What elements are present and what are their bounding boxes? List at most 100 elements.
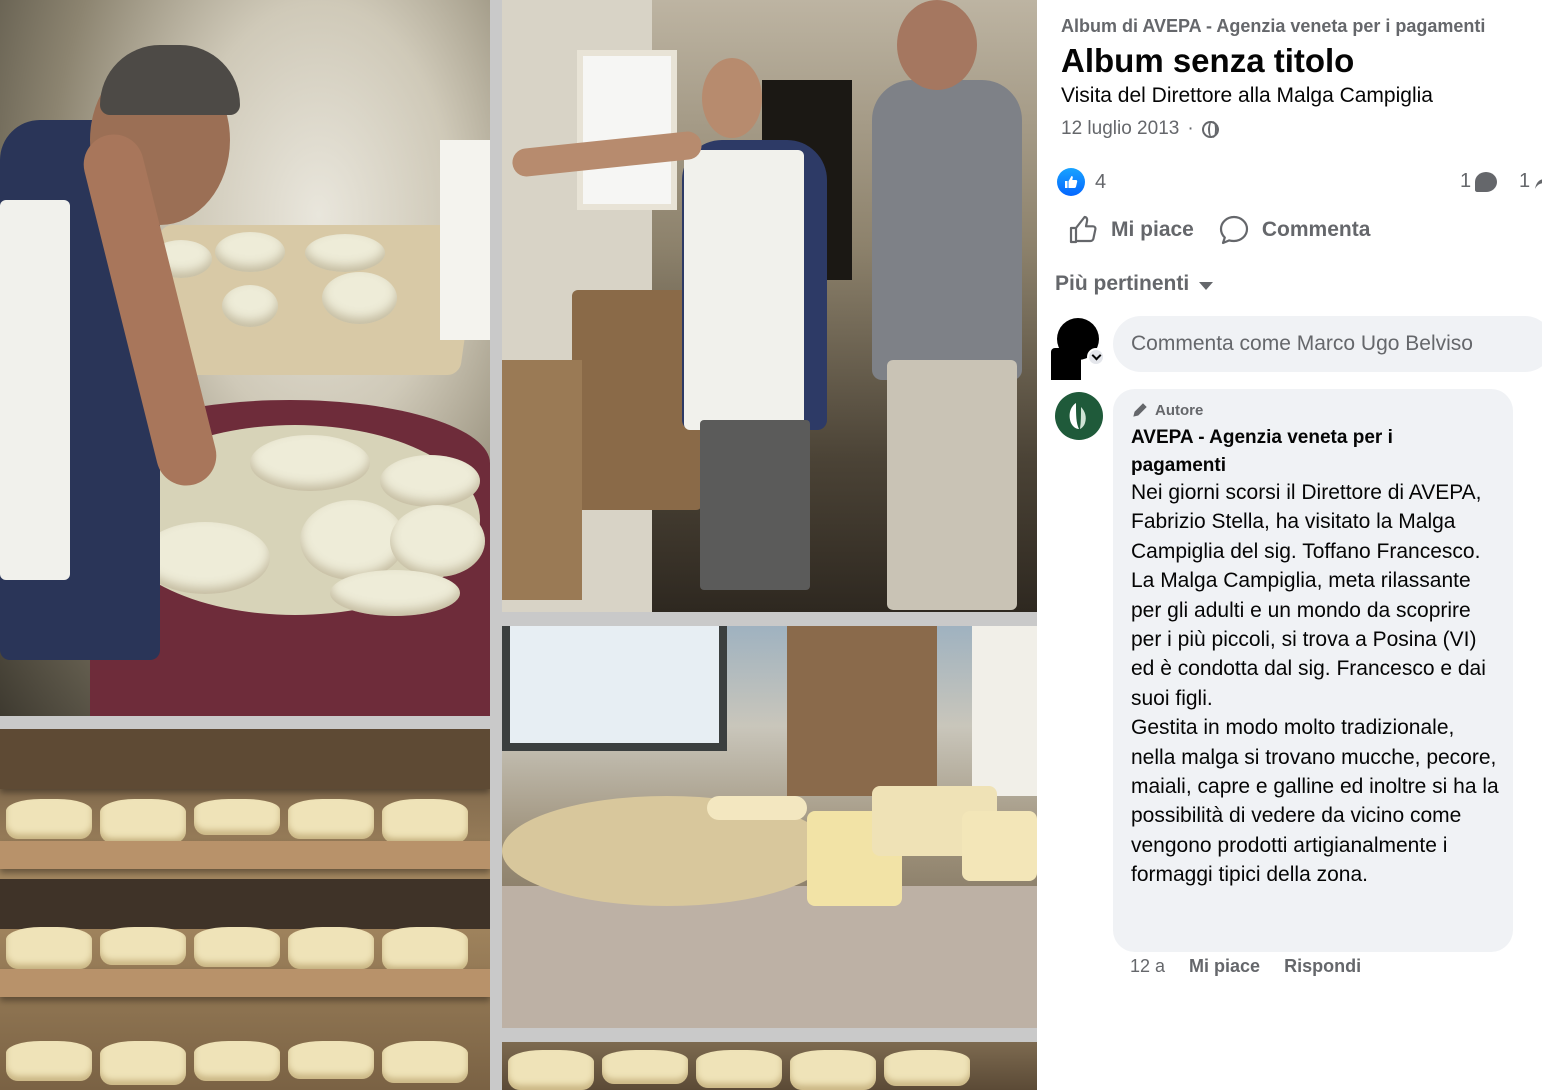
author-badge: Autore: [1131, 401, 1495, 419]
cheese-wheel: [222, 285, 278, 327]
like-button-label: Mi piace: [1111, 218, 1194, 241]
author-badge-label: Autore: [1155, 401, 1204, 419]
cheese-wheel: [6, 927, 92, 969]
cheese-row: [502, 1050, 1037, 1090]
like-button[interactable]: Mi piace: [1067, 214, 1194, 246]
photo-cheese-brining[interactable]: [0, 0, 490, 716]
man-in-grey-trousers: [887, 360, 1017, 610]
reaction-count: 4: [1095, 170, 1107, 193]
comment-timestamp[interactable]: 12 a: [1130, 956, 1165, 977]
album-date-row: 12 luglio 2013 ·: [1061, 118, 1219, 140]
cheese-wheel: [194, 1041, 280, 1081]
cheese-wheel: [382, 799, 468, 843]
share-count-value: 1: [1519, 170, 1531, 192]
post-actions: Mi piace Commenta: [1067, 214, 1370, 246]
chevron-down-icon[interactable]: [1087, 348, 1105, 366]
comment-outline-icon: [1219, 215, 1248, 245]
cheese-wheel: [288, 799, 374, 839]
cheese-wheel: [382, 1041, 468, 1083]
cheese-row: [0, 799, 490, 843]
comment-bubble-icon: [1475, 171, 1498, 192]
globe-icon[interactable]: [1201, 120, 1219, 138]
cheese-wheel: [6, 799, 92, 839]
shelf: [0, 841, 490, 869]
thumbs-up-icon: [1065, 176, 1078, 188]
cheese-wheel: [602, 1050, 688, 1084]
like-reaction-icon: [1057, 168, 1085, 196]
cheese-wheel: [390, 505, 485, 577]
cheese-wheel: [100, 1041, 186, 1085]
thumbs-up-outline-icon: [1069, 215, 1097, 244]
cheese-wheel: [696, 1050, 782, 1088]
comment-sort-label: Più pertinenti: [1055, 272, 1190, 295]
man-in-apron-trousers: [700, 420, 810, 590]
photo-collage[interactable]: [0, 0, 1037, 1090]
comment-reply-link[interactable]: Rispondi: [1284, 956, 1361, 977]
album-description: Visita del Direttore alla Malga Campigli…: [1061, 84, 1433, 107]
comment-like-link[interactable]: Mi piace: [1189, 956, 1260, 977]
cheesemaker-apron: [0, 200, 70, 580]
firewood-pile-left: [502, 360, 582, 600]
comment-count[interactable]: 1: [1460, 170, 1498, 193]
man-in-apron-head: [702, 58, 762, 138]
comment-button-label: Commenta: [1261, 218, 1371, 241]
avepa-logo-icon: [1069, 403, 1086, 429]
photo-cheese-shelves[interactable]: [0, 729, 490, 1090]
cheese-wheel: [884, 1050, 970, 1086]
cheese-wheel: [508, 1050, 594, 1090]
cheese-wheel: [380, 455, 480, 507]
comment-author-name[interactable]: AVEPA - Agenzia veneta per i pagamenti: [1131, 424, 1431, 480]
window: [502, 626, 727, 751]
wooden-door: [787, 626, 937, 796]
comment-count-value: 1: [1460, 170, 1472, 192]
cheese-piece: [707, 796, 807, 820]
album-title: Album senza titolo: [1061, 42, 1355, 79]
window: [577, 50, 677, 210]
cheese-wheel: [100, 927, 186, 965]
cheese-wheel: [194, 927, 280, 967]
comment-meta: 12 a Mi piace Rispondi: [1130, 956, 1361, 977]
caret-down-icon: [1199, 281, 1214, 290]
cheese-wheel: [790, 1050, 876, 1090]
cheese-row: [0, 1041, 490, 1085]
cheese-row: [0, 927, 490, 971]
window-light: [440, 140, 490, 340]
reactions-summary[interactable]: 4: [1057, 168, 1106, 196]
share-arrow-icon: [1535, 178, 1542, 189]
man-in-grey-head: [897, 0, 977, 90]
cheese-wheel: [322, 272, 397, 324]
current-user-avatar[interactable]: [1051, 318, 1105, 380]
cheesemaker-hair: [100, 45, 240, 115]
cheese-wheel: [250, 435, 370, 491]
shelf: [0, 969, 490, 997]
album-date[interactable]: 12 luglio 2013: [1061, 118, 1179, 140]
shelf-top: [0, 729, 490, 789]
photo-cheese-table[interactable]: [502, 626, 1037, 1028]
cheese-wheel: [288, 927, 374, 969]
cheese-wheel: [288, 1041, 374, 1079]
album-details-panel: Album di AVEPA - Agenzia veneta per i pa…: [1037, 0, 1542, 1090]
man-in-grey-shirt: [872, 80, 1022, 380]
share-count[interactable]: 1: [1519, 170, 1542, 193]
shelf-gap: [0, 879, 490, 929]
cheese-block: [962, 811, 1037, 881]
window-right: [972, 626, 1037, 796]
cheese-wheel: [382, 927, 468, 971]
author-avatar[interactable]: [1055, 392, 1103, 440]
cheese-wheel: [194, 799, 280, 835]
cheese-wheel: [305, 234, 385, 272]
white-apron: [684, 150, 804, 430]
cheese-wheel: [100, 799, 186, 843]
cheese-wheel: [215, 232, 285, 272]
photo-cheese-strip[interactable]: [502, 1042, 1037, 1090]
comment-text: Nei giorni scorsi il Direttore di AVEPA,…: [1131, 481, 1499, 887]
pencil-icon: [1133, 403, 1147, 417]
cheese-wheel: [330, 570, 460, 616]
tablecloth: [502, 886, 1037, 1028]
comment-button[interactable]: Commenta: [1218, 214, 1371, 246]
comment-input[interactable]: [1113, 316, 1542, 372]
comment-sort-dropdown[interactable]: Più pertinenti: [1055, 272, 1214, 296]
photo-director-visit[interactable]: [502, 0, 1037, 612]
album-owner-link[interactable]: Album di AVEPA - Agenzia veneta per i pa…: [1061, 16, 1485, 37]
comment-bubble: Autore AVEPA - Agenzia veneta per i paga…: [1113, 389, 1513, 952]
